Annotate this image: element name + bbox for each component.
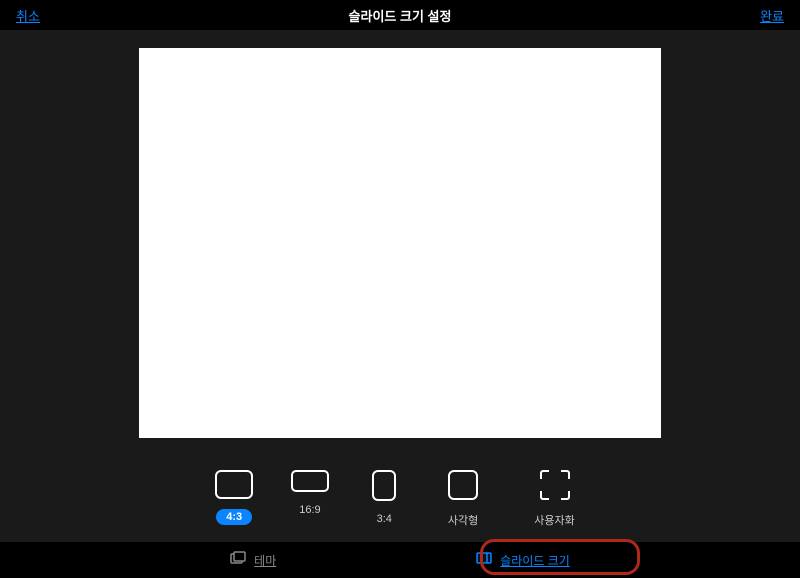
ratio-option-4-3[interactable]: 4:3 <box>215 470 253 525</box>
ratio-option-3-4[interactable]: 3:4 <box>367 470 402 527</box>
ratio-custom-icon <box>540 470 570 500</box>
ratio-label: 사각형 <box>438 510 488 530</box>
ratio-4-3-icon <box>215 470 253 499</box>
ratio-option-16-9[interactable]: 16:9 <box>289 470 330 518</box>
ratio-3-4-icon <box>372 470 396 501</box>
tab-slide-size-label: 슬라이드 크기 <box>500 552 570 569</box>
ratio-option-square[interactable]: 사각형 <box>438 470 488 530</box>
slide-preview <box>139 48 661 438</box>
tab-theme-label: 테마 <box>254 552 276 569</box>
ratio-16-9-icon <box>291 470 329 492</box>
footer-tabs: 테마 슬라이드 크기 <box>0 542 800 578</box>
ratio-label: 사용자화 <box>524 510 584 530</box>
slide-size-icon <box>476 551 492 569</box>
ratio-label: 3:4 <box>367 511 402 527</box>
main-area: 4:3 16:9 3:4 사각형 사용자화 <box>0 30 800 542</box>
header: 취소 슬라이드 크기 설정 완료 <box>0 0 800 30</box>
page-title: 슬라이드 크기 설정 <box>349 6 452 25</box>
ratio-label: 4:3 <box>216 509 252 525</box>
aspect-ratio-selector: 4:3 16:9 3:4 사각형 사용자화 <box>215 470 585 530</box>
ratio-label: 16:9 <box>289 502 330 518</box>
done-button[interactable]: 완료 <box>760 6 784 25</box>
ratio-option-custom[interactable]: 사용자화 <box>524 470 584 530</box>
cancel-button[interactable]: 취소 <box>16 6 40 25</box>
ratio-square-icon <box>448 470 478 500</box>
tab-theme[interactable]: 테마 <box>230 551 276 570</box>
tab-slide-size[interactable]: 슬라이드 크기 <box>476 551 570 569</box>
theme-icon <box>230 551 246 570</box>
